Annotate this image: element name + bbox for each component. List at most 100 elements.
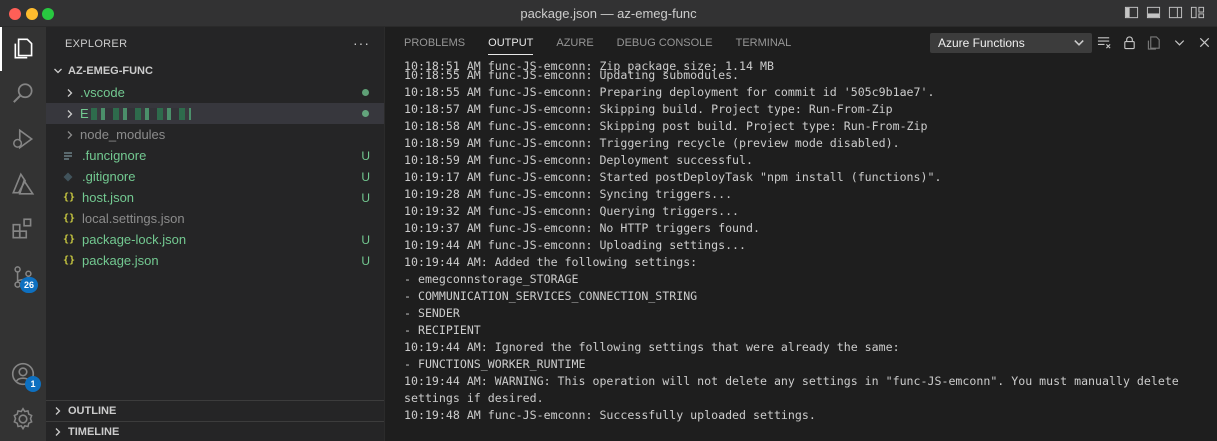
tree-item-label: .vscode (80, 85, 125, 100)
panel-tabs: PROBLEMS OUTPUT AZURE DEBUG CONSOLE TERM… (385, 27, 1217, 59)
tab-output[interactable]: OUTPUT (488, 27, 534, 59)
output-line: 10:19:44 AM func-JS-emconn: Uploading se… (404, 238, 747, 252)
output-line: 10:19:44 AM: Ignored the following setti… (404, 340, 900, 354)
tree-item-label: .gitignore (82, 169, 136, 184)
output-line: - FUNCTIONS_WORKER_RUNTIME (404, 357, 586, 371)
explorer-title: EXPLORER (65, 37, 128, 50)
explorer-header: EXPLORER ··· (46, 27, 384, 60)
title-bar: package.json — az-emeg-func (0, 0, 1217, 27)
output-line: 10:18:58 AM func-JS-emconn: Skipping pos… (404, 119, 928, 133)
timeline-section-header[interactable]: TIMELINE (46, 421, 384, 441)
toggle-sidebar-icon[interactable] (1124, 5, 1139, 20)
output-line: 10:18:59 AM func-JS-emconn: Triggering r… (404, 136, 900, 150)
tree-item-label: package-lock.json (82, 232, 187, 247)
accounts-icon[interactable]: 1 (0, 352, 46, 396)
tree-item-package-lock-json[interactable]: {} package-lock.json U (46, 229, 384, 250)
outline-section-header[interactable]: OUTLINE (46, 400, 384, 421)
tree-item-node-modules[interactable]: node_modules (46, 124, 384, 145)
lines-icon (63, 151, 79, 161)
untracked-status: U (361, 253, 370, 268)
output-line: 10:19:44 AM: Added the following setting… (404, 255, 698, 269)
output-line: - COMMUNICATION_SERVICES_CONNECTION_STRI… (404, 289, 698, 303)
tree-item-local-settings-json[interactable]: {} local.settings.json (46, 208, 384, 229)
tree-item-gitignore[interactable]: .gitignore U (46, 166, 384, 187)
tab-terminal[interactable]: TERMINAL (736, 27, 792, 59)
json-braces-icon: {} (63, 192, 76, 203)
untracked-status: U (361, 190, 370, 205)
output-panel: PROBLEMS OUTPUT AZURE DEBUG CONSOLE TERM… (384, 27, 1217, 441)
tree-item-label: package.json (82, 253, 159, 268)
tree-item-label: .funcignore (82, 148, 147, 163)
output-line: 10:19:48 AM func-JS-emconn: Successfully… (404, 408, 816, 422)
close-panel-icon[interactable] (1197, 35, 1212, 50)
untracked-status: U (361, 232, 370, 247)
open-output-in-editor-icon[interactable] (1147, 35, 1162, 50)
json-braces-icon: {} (63, 234, 76, 245)
manage-gear-icon[interactable] (0, 397, 46, 441)
chevron-right-icon (50, 403, 66, 419)
chevron-right-icon (62, 85, 78, 101)
output-channel-value: Azure Functions (938, 36, 1025, 50)
modified-dot-icon (362, 110, 369, 117)
source-control-badge: 26 (20, 277, 39, 293)
extensions-icon[interactable] (0, 207, 46, 251)
toggle-secondary-sidebar-icon[interactable] (1168, 5, 1183, 20)
output-line: - SENDER (404, 306, 460, 320)
tree-item-label: node_modules (80, 127, 166, 142)
json-braces-icon: {} (63, 213, 76, 224)
output-line: 10:19:17 AM func-JS-emconn: Started post… (404, 170, 942, 184)
folder-section-header[interactable]: AZ-EMEG-FUNC (46, 60, 384, 82)
tree-item-funcignore[interactable]: .funcignore U (46, 145, 384, 166)
tree-item-label: E (80, 106, 89, 121)
outline-title: OUTLINE (68, 405, 117, 417)
window-title: package.json — az-emeg-func (520, 6, 697, 21)
chevron-down-icon (1074, 40, 1084, 46)
modified-dot-icon (362, 89, 369, 96)
output-line: 10:19:44 AM: WARNING: This operation wil… (404, 374, 1179, 388)
explorer-sidebar: EXPLORER ··· AZ-EMEG-FUNC .vscode E node… (46, 27, 384, 441)
chevron-right-icon (50, 424, 66, 440)
output-line: settings if desired. (404, 391, 544, 405)
tab-problems[interactable]: PROBLEMS (404, 27, 465, 59)
tab-debug-console[interactable]: DEBUG CONSOLE (617, 27, 713, 59)
chevron-right-icon (62, 127, 78, 143)
search-icon[interactable] (0, 72, 46, 116)
run-debug-icon[interactable] (0, 117, 46, 161)
timeline-title: TIMELINE (68, 426, 120, 438)
output-log[interactable]: 10:18:51 AM func-JS-emconn: Zip package … (404, 59, 1207, 441)
json-braces-icon: {} (63, 255, 76, 266)
more-actions-icon[interactable]: ··· (353, 35, 370, 51)
output-line: 10:19:28 AM func-JS-emconn: Syncing trig… (404, 187, 733, 201)
explorer-icon[interactable] (0, 27, 46, 71)
output-line: 10:18:57 AM func-JS-emconn: Skipping bui… (404, 102, 893, 116)
output-line: 10:19:32 AM func-JS-emconn: Querying tri… (404, 204, 740, 218)
redaction-pixels (90, 107, 191, 120)
tree-item-vscode[interactable]: .vscode (46, 82, 384, 103)
tab-azure[interactable]: AZURE (556, 27, 593, 59)
lock-scroll-icon[interactable] (1122, 35, 1137, 50)
folder-name: AZ-EMEG-FUNC (68, 65, 153, 77)
output-line: 10:18:55 AM func-JS-emconn: Preparing de… (404, 85, 935, 99)
chevron-right-icon (62, 106, 78, 122)
toggle-panel-icon[interactable] (1146, 5, 1161, 20)
output-line: 10:19:37 AM func-JS-emconn: No HTTP trig… (404, 221, 760, 235)
azure-icon[interactable] (0, 162, 46, 206)
accounts-badge: 1 (25, 376, 41, 392)
untracked-status: U (361, 169, 370, 184)
tree-item-label: host.json (82, 190, 135, 205)
untracked-status: U (361, 148, 370, 163)
tree-item-redacted-folder[interactable]: E (46, 103, 384, 124)
clear-output-icon[interactable] (1097, 35, 1112, 50)
activity-bar: 26 1 (0, 27, 46, 441)
tree-item-package-json[interactable]: {} package.json U (46, 250, 384, 271)
customize-layout-icon[interactable] (1190, 5, 1205, 20)
chevron-down-icon[interactable] (1172, 35, 1187, 50)
git-diamond-icon (63, 172, 79, 182)
output-channel-select[interactable]: Azure Functions (930, 33, 1092, 53)
source-control-icon[interactable]: 26 (0, 255, 46, 299)
output-line-partial: 10:18:51 AM func-JS-emconn: Zip package … (404, 59, 774, 73)
chevron-down-icon (50, 63, 66, 79)
tree-item-host-json[interactable]: {} host.json U (46, 187, 384, 208)
output-line: 10:18:59 AM func-JS-emconn: Deployment s… (404, 153, 754, 167)
output-line: - emegconnstorage_STORAGE (404, 272, 579, 286)
